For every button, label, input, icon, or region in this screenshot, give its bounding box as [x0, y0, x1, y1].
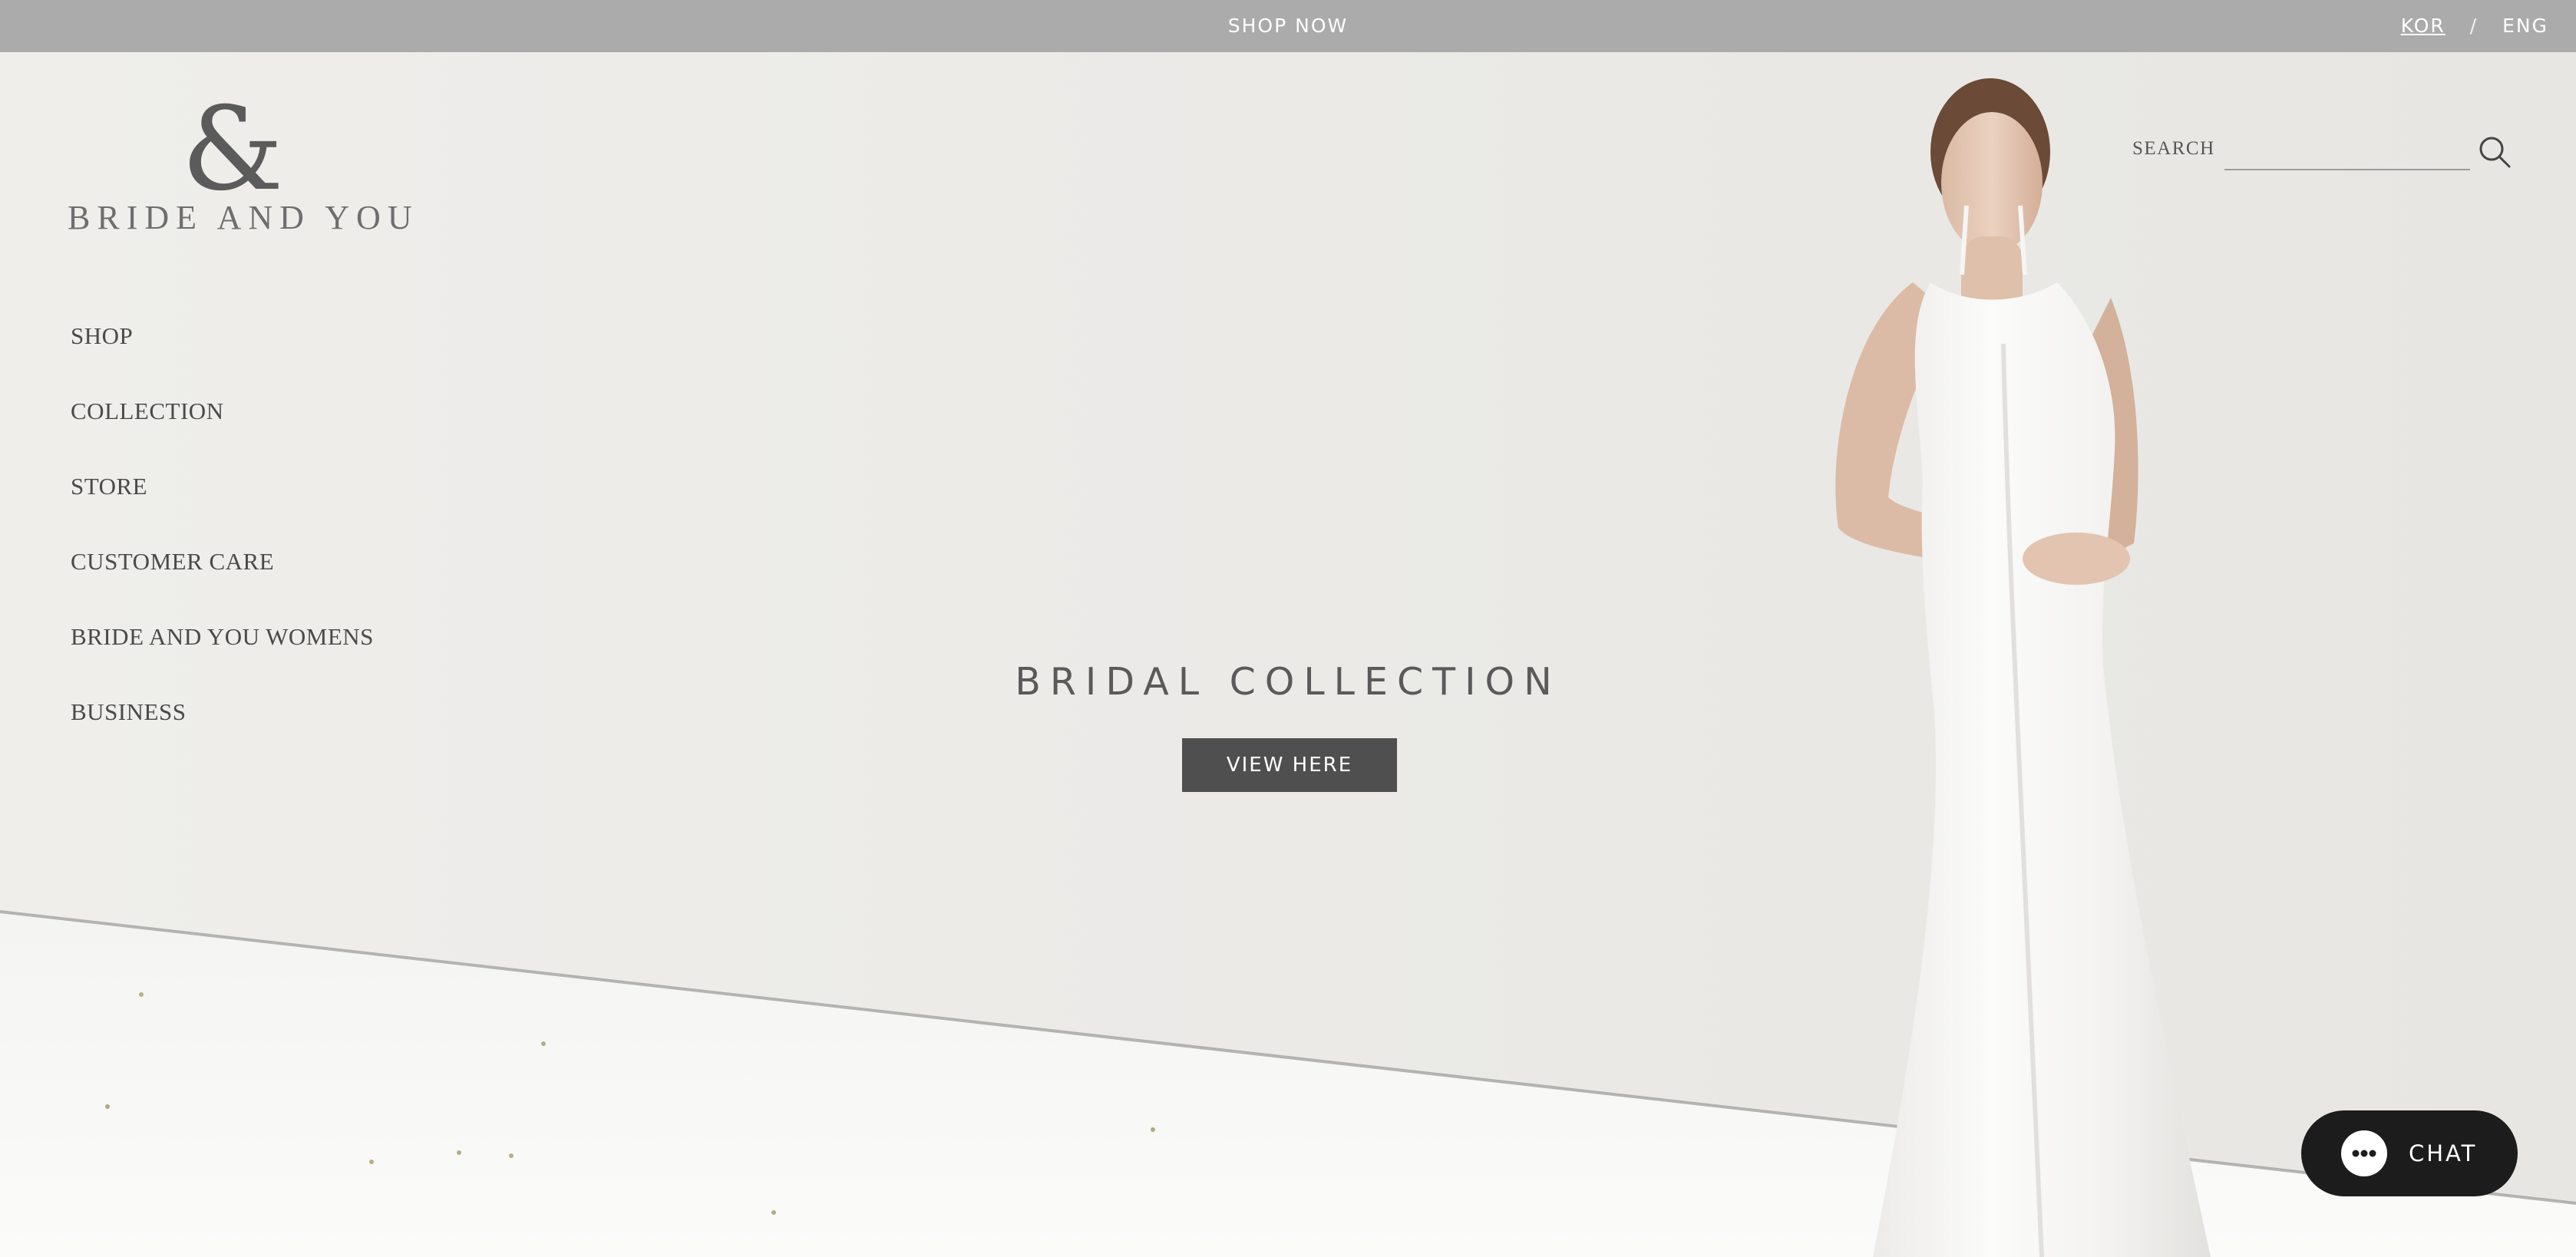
logo-wordmark: BRIDE AND YOU: [68, 199, 419, 236]
chat-button[interactable]: CHAT: [2301, 1110, 2518, 1196]
search-icon[interactable]: [2476, 134, 2513, 170]
hero-title: BRIDAL COLLECTION: [1015, 660, 1561, 704]
view-here-button[interactable]: VIEW HERE: [1182, 738, 1397, 792]
search-input[interactable]: [2224, 130, 2470, 170]
nav-item-collection[interactable]: COLLECTION: [71, 398, 374, 473]
lang-kor-link[interactable]: KOR: [2401, 15, 2446, 37]
search-label: SEARCH: [2132, 138, 2215, 159]
logo-ampersand: &: [181, 83, 284, 216]
lang-separator: /: [2469, 15, 2479, 37]
chat-bubble-icon: [2340, 1129, 2389, 1178]
brand-logo[interactable]: & BRIDE AND YOU: [68, 92, 419, 238]
shop-now-link[interactable]: SHOP NOW: [0, 0, 2576, 52]
nav-item-store[interactable]: STORE: [71, 473, 374, 548]
nav-item-customer-care[interactable]: CUSTOMER CARE: [71, 548, 374, 623]
chat-label: CHAT: [2409, 1140, 2478, 1166]
top-banner: SHOP NOW KOR / ENG: [0, 0, 2576, 52]
nav-item-shop[interactable]: SHOP: [71, 322, 374, 398]
side-navigation: SHOP COLLECTION STORE CUSTOMER CARE BRID…: [71, 322, 374, 774]
lang-eng-link[interactable]: ENG: [2502, 15, 2548, 37]
language-switcher: KOR / ENG: [2401, 0, 2548, 52]
nav-item-business[interactable]: BUSINESS: [71, 698, 374, 774]
